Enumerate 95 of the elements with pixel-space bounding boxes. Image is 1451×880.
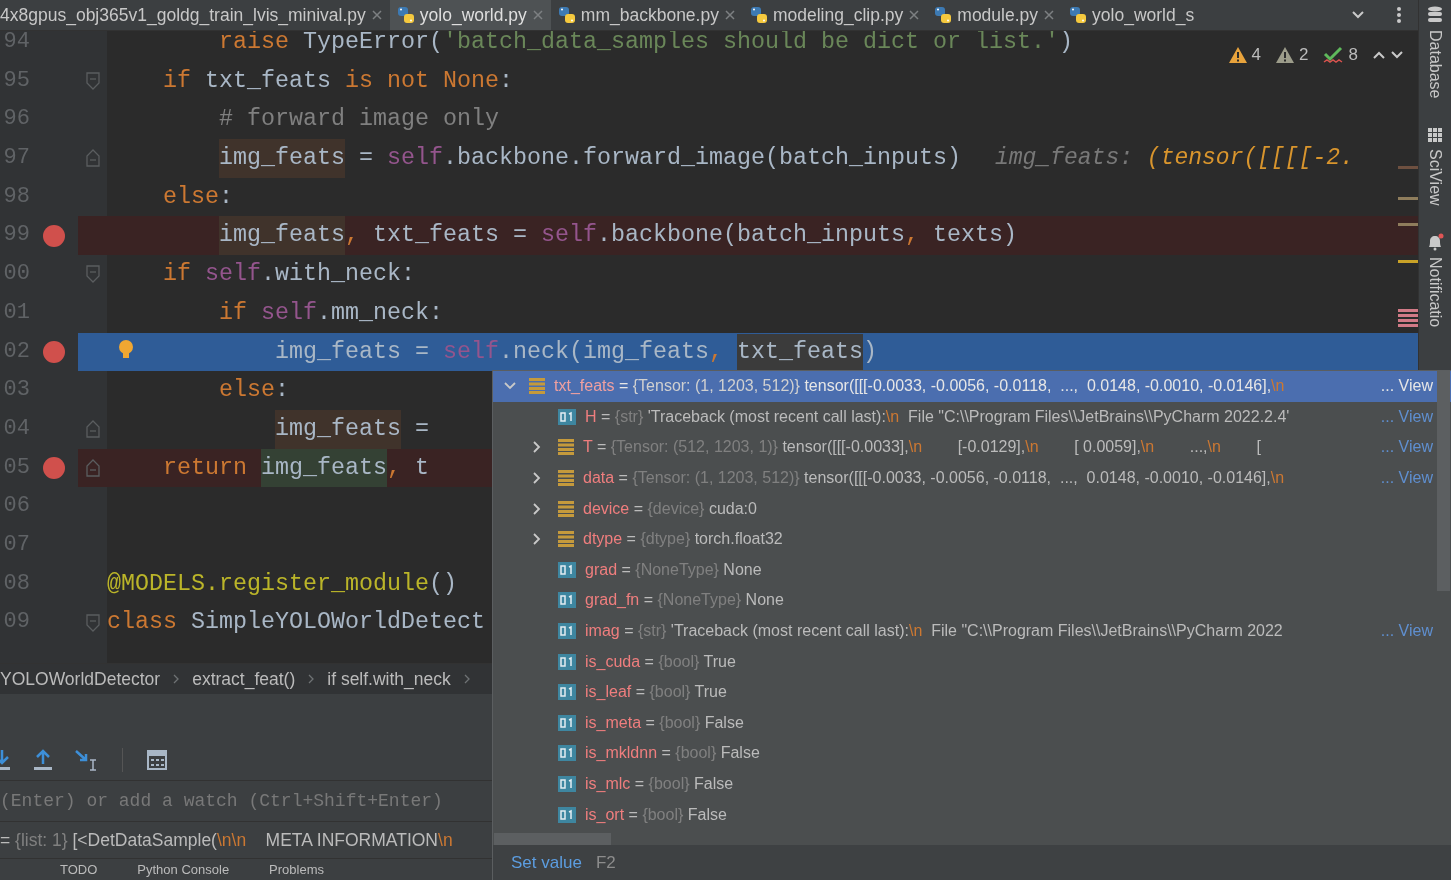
tool-window-tab[interactable]: Python Console [137,862,230,877]
database-icon[interactable] [1427,6,1443,24]
breadcrumb-item[interactable]: extract_feat() [192,668,296,690]
warning-count: 4 [1251,45,1262,65]
view-link[interactable]: ... View [1376,469,1433,488]
side-tool-tab[interactable]: Database [1426,30,1444,99]
editor-tab[interactable]: yolo_world_s [1062,0,1202,30]
typo-count: 8 [1348,45,1358,65]
typo-check-icon[interactable] [1322,46,1345,64]
step-into-icon[interactable] [0,748,12,772]
breakpoint-icon[interactable] [43,456,65,479]
fold-icon[interactable] [85,149,100,168]
close-icon[interactable] [370,9,383,21]
warning-icon[interactable] [1227,46,1248,64]
primitive-value-icon [558,561,576,578]
object-icon [558,500,574,517]
run-to-cursor-icon[interactable] [74,748,98,772]
chevron-right-icon [462,673,471,685]
close-icon[interactable] [531,9,544,21]
primitive-value-icon [558,776,576,792]
view-link[interactable]: ... View [1376,377,1433,396]
view-link[interactable]: ... View [1376,438,1433,457]
python-file-icon [749,6,768,24]
variable-text: txt_feats = {Tensor: (1, 1203, 512)} tensor([[[-0.0033, -0.0056, -0.0118, ..., 0.0148, -0.0010, -0.0146],\n [554,377,1285,396]
primitive-value-icon [558,714,576,731]
primitive-value-icon [558,806,576,823]
variable-text[interactable]: = {list: 1} [<DetDataSample(\n\n META INFORMATION\n [0,829,453,851]
editor-tab[interactable]: mm_backbone.py [550,0,743,30]
lightbulb-icon[interactable] [118,338,134,361]
close-icon[interactable] [1043,9,1056,21]
error-stripe-mark[interactable] [1398,309,1418,327]
breadcrumb-item[interactable]: YOLOWorldDetector [0,668,161,690]
calculator-icon[interactable] [147,750,167,770]
breakpoint-icon[interactable] [43,224,65,247]
editor-tab[interactable]: module.py [927,0,1063,30]
code-line: if self.mm_neck: [219,298,443,328]
fold-icon[interactable] [85,458,100,477]
side-tool-tab[interactable]: Notificatio [1426,257,1444,328]
python-file-icon [557,6,576,24]
tool-window-tab[interactable]: Problems [269,862,325,877]
primitive-value-icon [558,408,576,425]
fold-icon[interactable] [85,72,100,91]
code-line: class SimpleYOLOWorldDetect [107,608,485,638]
more-icon[interactable] [1396,6,1402,24]
editor-tab[interactable]: 4x8gpus_obj365v1_goldg_train_lvis_minival.py [0,0,390,30]
tool-window-tab[interactable]: TODO [60,862,98,877]
fold-icon[interactable] [85,613,100,632]
fold-icon[interactable] [85,420,100,439]
grid-icon[interactable] [1427,126,1443,143]
code-line: if txt_feats is not None: [163,66,513,96]
side-tool-tab[interactable]: SciView [1426,148,1444,206]
primitive-value-icon [558,592,576,609]
step-out-icon[interactable] [32,748,54,772]
view-link[interactable]: ... View [1376,407,1433,426]
close-icon[interactable] [908,9,921,21]
variable-row[interactable]: txt_feats = {Tensor: (1, 1203, 512)} tensor([[[-0.0033, -0.0056, -0.0118, ..., 0.0148, -0.0010, -0.0146],\n ... View [493,371,1451,402]
set-value-link[interactable]: Set value [511,852,582,873]
inline-value-hint: img_feats: (tensor([[[[-2. [995,145,1354,172]
fold-icon[interactable] [85,265,100,284]
chevron-right-icon [307,673,316,685]
object-icon [558,470,574,487]
code-line: else: [219,376,289,406]
code-line: img_feats = [275,409,429,449]
primitive-value-icon [558,684,576,701]
code-line: # forward image only [219,105,499,135]
weak-warning-count: 2 [1299,45,1309,65]
chevron-right-icon [172,673,181,685]
python-file-icon [934,6,953,24]
code-line: return img_feats, t [163,448,429,488]
editor-tab[interactable]: modeling_clip.py [742,0,928,30]
python-file-icon [396,6,415,24]
python-file-icon [1069,6,1088,24]
code-line: img_feats = self.backbone.forward_image(batch_inputs) [219,139,961,178]
breadcrumb-item[interactable]: if self.with_neck [327,668,451,690]
object-icon [558,439,574,456]
code-line: else: [163,182,233,212]
close-icon[interactable] [723,9,736,21]
weak-warning-icon[interactable] [1275,46,1296,64]
code-line: @MODELS.register_module() [107,569,457,599]
bell-icon[interactable] [1426,233,1444,252]
shortcut-hint: F2 [595,852,616,873]
object-icon [558,531,574,548]
code-line: raise TypeError('batch_data_samples should be dict or list.') [219,31,1073,57]
code-line: img_feats = self.neck(img_feats, txt_feats) [275,332,877,372]
object-icon [529,378,545,395]
scrollbar-thumb[interactable] [1437,371,1450,591]
scrollbar-thumb[interactable] [494,833,611,845]
primitive-value-icon [558,653,576,670]
breakpoint-icon[interactable] [43,340,65,363]
code-line: img_feats, txt_feats = self.backbone(batch_inputs, texts) [219,216,1017,256]
view-link[interactable]: ... View [1376,622,1433,641]
editor-tab[interactable]: yolo_world.py [389,0,551,30]
primitive-value-icon [558,623,576,640]
primitive-value-icon [558,745,576,762]
code-line: if self.with_neck: [163,260,415,290]
